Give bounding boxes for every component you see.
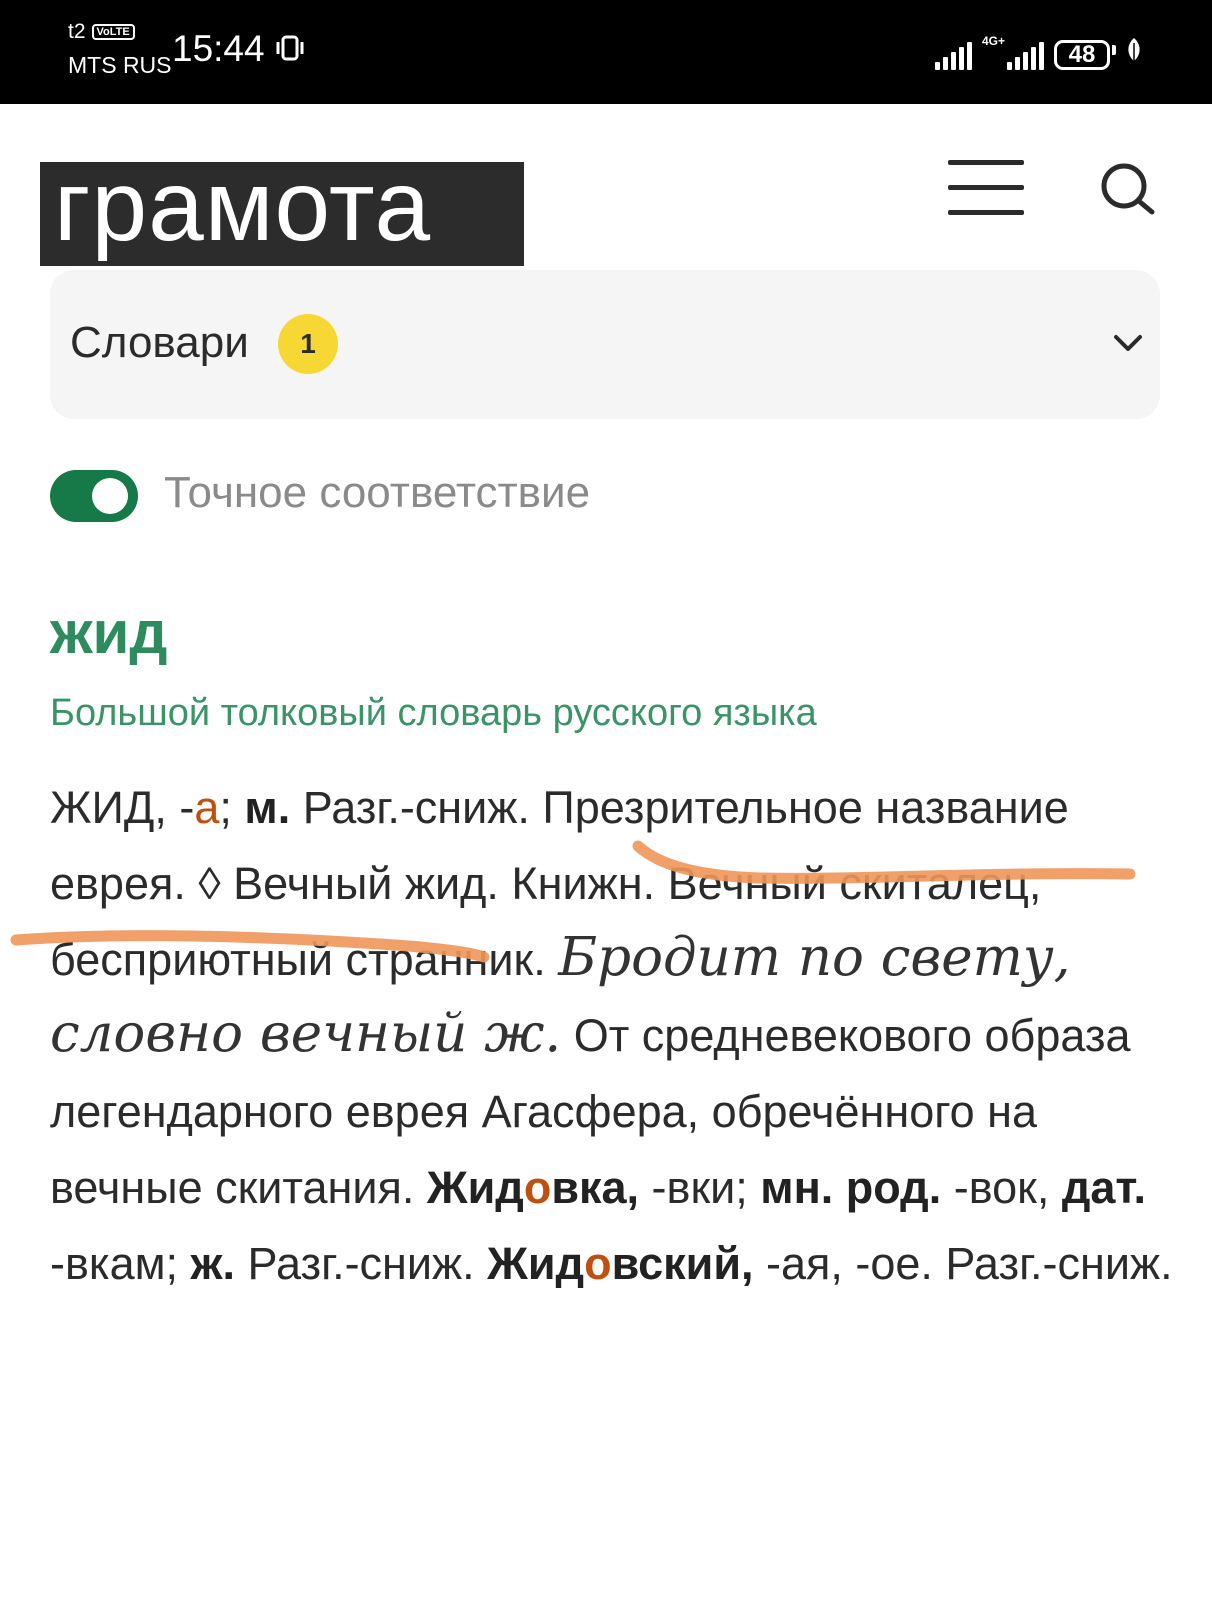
entry-source-link[interactable]: Большой толковый словарь русского языка [50,692,817,735]
volte-badge: VoLTE [91,24,135,40]
site-logo[interactable]: грамота [40,162,524,266]
signal-icon [934,40,972,70]
clock: 15:44 [172,28,305,70]
battery-icon: 48 [1054,40,1110,70]
grammar-label: ж. [190,1238,235,1289]
article-text: ; [219,782,245,833]
search-button[interactable] [1096,160,1164,222]
network-type: 4G+ [981,34,1005,48]
derived-word-part: вка, [551,1162,640,1213]
article-text: ЖИД, - [50,782,195,833]
battery-tip [1112,45,1116,55]
stress-mark: а [194,782,220,833]
menu-line [948,185,1024,190]
hamburger-menu-icon [948,160,1024,165]
dictionaries-count-badge: 1 [278,314,338,374]
toggle-knob [92,478,128,514]
article-text: -вкам; [50,1238,191,1289]
status-icons: 4G+ 48 [934,30,1142,70]
derived-word: Жидовка, [427,1162,639,1213]
leaf-icon [1128,38,1140,61]
entry-article: ЖИД, -а; м. Разг.-сниж. Презрительное на… [50,770,1180,1302]
exact-match-label: Точное соответствие [164,468,591,517]
grammar-label: дат. [1061,1162,1147,1213]
carrier-secondary: MTS RUS [68,52,172,78]
menu-button[interactable] [948,160,1026,222]
grammar-label: мн. род. [760,1162,942,1213]
grammar-label: м. [244,782,291,833]
dictionaries-label: Словари [70,318,249,367]
chevron-down-icon [1114,335,1142,351]
exact-match-toggle[interactable] [50,470,138,522]
article-text: Разг.-сниж. [234,1238,488,1289]
derived-word: Жидовский, [487,1238,753,1289]
derived-word-part: Жид [487,1238,585,1289]
vibrate-icon [276,35,304,61]
stress-mark: о [584,1238,612,1289]
clock-time: 15:44 [172,28,265,69]
carrier-primary: t2 VoLTE [68,20,135,44]
search-icon [1101,163,1155,215]
status-bar: t2 VoLTE MTS RUS 15:44 4G+ 48 [0,0,1212,104]
article-text: -вки; [639,1162,761,1213]
signal-4g-icon: 4G+ [982,35,1044,70]
derived-word-part: вский, [611,1238,754,1289]
menu-line [948,210,1024,215]
carrier-name-t2: t2 [68,20,86,43]
entry-headword: жид [50,599,168,666]
battery-level: 48 [1068,41,1096,68]
dictionaries-dropdown[interactable]: Словари 1 [50,270,1160,419]
derived-word-part: Жид [426,1162,524,1213]
stress-mark: о [523,1162,552,1213]
article-text: -вок, [941,1162,1062,1213]
article-text: -ая, -ое. Разг.-сниж. [753,1238,1173,1289]
